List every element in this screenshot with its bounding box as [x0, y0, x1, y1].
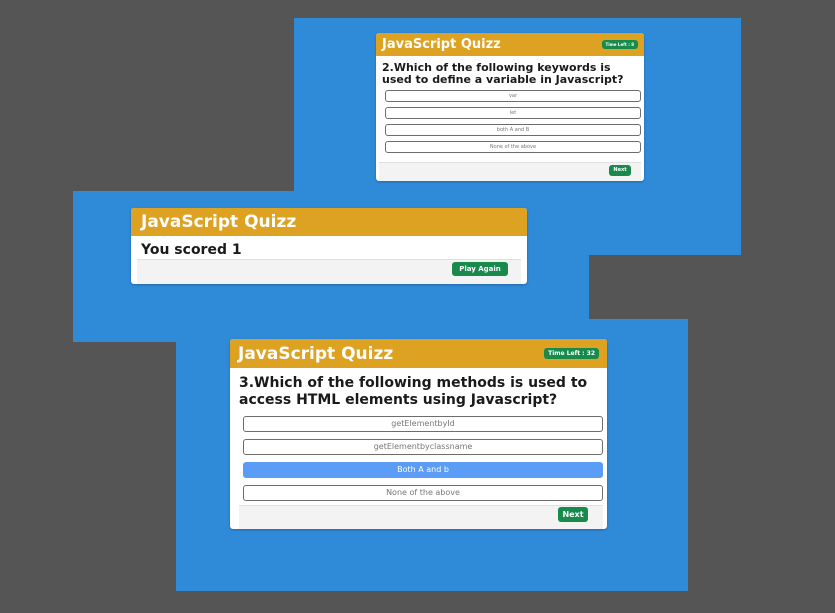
- next-button[interactable]: Next: [609, 165, 631, 176]
- time-left-badge: Time Left : 8: [601, 40, 638, 49]
- quiz-header: JavaScript Quizz Time Left : 32: [230, 339, 607, 368]
- card-footer: Next: [379, 162, 641, 181]
- play-again-button[interactable]: Play Again: [452, 262, 508, 276]
- card-footer: Play Again: [137, 259, 521, 284]
- options-list: var let both A and B None of the above: [376, 86, 644, 153]
- option-none[interactable]: None of the above: [385, 141, 641, 153]
- option-getelementbyid[interactable]: getElementbyId: [243, 416, 603, 432]
- options-list: getElementbyId getElementbyclassname Bot…: [230, 409, 607, 501]
- next-button[interactable]: Next: [558, 507, 588, 522]
- quiz-title: JavaScript Quizz: [141, 212, 297, 232]
- quiz-card: JavaScript Quizz Time Left : 32 3.Which …: [230, 339, 607, 529]
- quiz-screen-3: JavaScript Quizz Time Left : 32 3.Which …: [176, 319, 688, 591]
- option-getelementbyclassname[interactable]: getElementbyclassname: [243, 439, 603, 455]
- quiz-title: JavaScript Quizz: [238, 343, 394, 364]
- card-footer: Next: [239, 505, 603, 529]
- result-card: JavaScript Quizz You scored 1 Play Again: [131, 208, 527, 284]
- quiz-header: JavaScript Quizz Time Left : 8: [376, 33, 644, 56]
- question-text: 2.Which of the following keywords is use…: [382, 61, 624, 86]
- quiz-header: JavaScript Quizz: [131, 208, 527, 236]
- option-let[interactable]: let: [385, 107, 641, 119]
- time-left-badge: Time Left : 32: [544, 348, 599, 359]
- question-text: 3.Which of the following methods is used…: [239, 375, 588, 408]
- option-none[interactable]: None of the above: [243, 485, 603, 501]
- option-both[interactable]: both A and B: [385, 124, 641, 136]
- quiz-card: JavaScript Quizz Time Left : 8 2.Which o…: [376, 33, 644, 181]
- score-text: You scored 1: [141, 242, 242, 258]
- quiz-title: JavaScript Quizz: [382, 37, 501, 52]
- option-var[interactable]: var: [385, 90, 641, 102]
- option-both-selected[interactable]: Both A and b: [243, 462, 603, 478]
